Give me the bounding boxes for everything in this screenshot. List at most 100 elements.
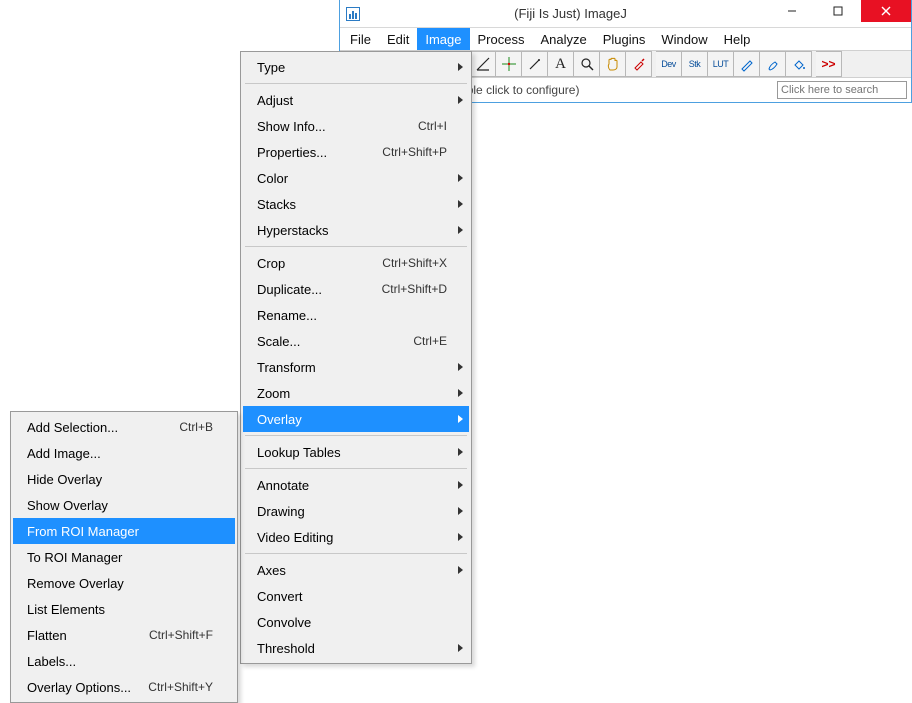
titlebar[interactable]: (Fiji Is Just) ImageJ xyxy=(340,0,911,28)
image-menu-separator xyxy=(245,553,467,554)
menu-plugins[interactable]: Plugins xyxy=(595,28,654,50)
overlay-menu-item[interactable]: FlattenCtrl+Shift+F xyxy=(13,622,235,648)
menu-analyze[interactable]: Analyze xyxy=(532,28,594,50)
overlay-menu-item-label: Add Image... xyxy=(27,446,213,461)
image-menu-item[interactable]: Threshold xyxy=(243,635,469,661)
overlay-menu-item-label: From ROI Manager xyxy=(27,524,213,539)
overlay-menu-item[interactable]: List Elements xyxy=(13,596,235,622)
overlay-menu-item-label: Show Overlay xyxy=(27,498,213,513)
image-menu-item[interactable]: Type xyxy=(243,54,469,80)
menu-edit[interactable]: Edit xyxy=(379,28,417,50)
image-menu-item[interactable]: Scale...Ctrl+E xyxy=(243,328,469,354)
submenu-arrow-icon xyxy=(458,644,463,652)
image-menu-item-label: Show Info... xyxy=(257,119,418,134)
overlay-menu-item[interactable]: Add Selection...Ctrl+B xyxy=(13,414,235,440)
menu-process[interactable]: Process xyxy=(470,28,533,50)
more-tools[interactable]: >> xyxy=(816,51,842,77)
image-menu-item[interactable]: Annotate xyxy=(243,472,469,498)
image-menu-item[interactable]: Drawing xyxy=(243,498,469,524)
menu-accelerator: Ctrl+Shift+P xyxy=(382,145,447,159)
menu-image[interactable]: Image xyxy=(417,28,469,50)
dev-tool[interactable]: Dev xyxy=(656,51,682,77)
image-menu-item[interactable]: Duplicate...Ctrl+Shift+D xyxy=(243,276,469,302)
overlay-menu-item-label: To ROI Manager xyxy=(27,550,213,565)
image-menu-item[interactable]: Properties...Ctrl+Shift+P xyxy=(243,139,469,165)
submenu-arrow-icon xyxy=(458,226,463,234)
overlay-menu-item[interactable]: Labels... xyxy=(13,648,235,674)
image-menu-separator xyxy=(245,83,467,84)
image-menu-item-label: Annotate xyxy=(257,478,447,493)
image-menu-item[interactable]: Color xyxy=(243,165,469,191)
image-menu-item-label: Rename... xyxy=(257,308,447,323)
magnify-tool[interactable] xyxy=(574,51,600,77)
overlay-menu-item[interactable]: Show Overlay xyxy=(13,492,235,518)
image-menu-item[interactable]: Hyperstacks xyxy=(243,217,469,243)
image-menu-item[interactable]: Axes xyxy=(243,557,469,583)
image-menu-item-label: Axes xyxy=(257,563,447,578)
maximize-button[interactable] xyxy=(815,0,861,22)
image-menu-item-label: Type xyxy=(257,60,447,75)
image-menu-item[interactable]: Adjust xyxy=(243,87,469,113)
submenu-arrow-icon xyxy=(458,363,463,371)
image-menu-item[interactable]: Convert xyxy=(243,583,469,609)
search-input[interactable] xyxy=(777,81,907,99)
overlay-menu-item[interactable]: Add Image... xyxy=(13,440,235,466)
image-menu-item-label: Color xyxy=(257,171,447,186)
image-menu-separator xyxy=(245,468,467,469)
image-menu-item-label: Adjust xyxy=(257,93,447,108)
overlay-menu-item-label: List Elements xyxy=(27,602,213,617)
overlay-menu-item[interactable]: To ROI Manager xyxy=(13,544,235,570)
image-menu-item[interactable]: Overlay xyxy=(243,406,469,432)
menu-accelerator: Ctrl+Shift+F xyxy=(149,628,213,642)
image-menu-separator xyxy=(245,246,467,247)
submenu-arrow-icon xyxy=(458,63,463,71)
brush-tool[interactable] xyxy=(760,51,786,77)
color-picker-tool[interactable] xyxy=(626,51,652,77)
image-menu-item[interactable]: Rename... xyxy=(243,302,469,328)
menu-accelerator: Ctrl+Shift+D xyxy=(382,282,447,296)
angle-tool[interactable] xyxy=(470,51,496,77)
image-menu-item[interactable]: Video Editing xyxy=(243,524,469,550)
overlay-menu-item[interactable]: Hide Overlay xyxy=(13,466,235,492)
stk-tool[interactable]: Stk xyxy=(682,51,708,77)
hand-tool[interactable] xyxy=(600,51,626,77)
image-menu-item[interactable]: Stacks xyxy=(243,191,469,217)
image-menu-item-label: Convolve xyxy=(257,615,447,630)
overlay-menu-item-label: Hide Overlay xyxy=(27,472,213,487)
image-menu-item[interactable]: Zoom xyxy=(243,380,469,406)
overlay-submenu: Add Selection...Ctrl+B Add Image... Hide O… xyxy=(10,411,238,703)
menu-accelerator: Ctrl+I xyxy=(418,119,447,133)
image-menu-item[interactable]: Convolve xyxy=(243,609,469,635)
image-menu-item-label: Hyperstacks xyxy=(257,223,447,238)
overlay-menu-item-label: Overlay Options... xyxy=(27,680,148,695)
wand-tool[interactable] xyxy=(522,51,548,77)
image-menu-item-label: Drawing xyxy=(257,504,447,519)
submenu-arrow-icon xyxy=(458,96,463,104)
point-tool[interactable] xyxy=(496,51,522,77)
overlay-menu-item[interactable]: Overlay Options...Ctrl+Shift+Y xyxy=(13,674,235,700)
text-tool[interactable]: A xyxy=(548,51,574,77)
image-menu-item[interactable]: Lookup Tables xyxy=(243,439,469,465)
image-menu-item-label: Lookup Tables xyxy=(257,445,447,460)
overlay-menu-item[interactable]: From ROI Manager xyxy=(13,518,235,544)
image-menu-item-label: Overlay xyxy=(257,412,447,427)
submenu-arrow-icon xyxy=(458,566,463,574)
menu-window[interactable]: Window xyxy=(653,28,715,50)
minimize-button[interactable] xyxy=(769,0,815,22)
menu-help[interactable]: Help xyxy=(716,28,759,50)
image-menu-item-label: Stacks xyxy=(257,197,447,212)
lut-tool[interactable]: LUT xyxy=(708,51,734,77)
image-menu-item-label: Duplicate... xyxy=(257,282,382,297)
pencil-tool[interactable] xyxy=(734,51,760,77)
overlay-menu-item-label: Remove Overlay xyxy=(27,576,213,591)
image-menu-item[interactable]: Transform xyxy=(243,354,469,380)
submenu-arrow-icon xyxy=(458,389,463,397)
menu-file[interactable]: File xyxy=(342,28,379,50)
image-menu-item[interactable]: CropCtrl+Shift+X xyxy=(243,250,469,276)
image-menu-item[interactable]: Show Info...Ctrl+I xyxy=(243,113,469,139)
menu-accelerator: Ctrl+Shift+X xyxy=(382,256,447,270)
flood-fill-tool[interactable] xyxy=(786,51,812,77)
overlay-menu-item[interactable]: Remove Overlay xyxy=(13,570,235,596)
menubar: File Edit Image Process Analyze Plugins … xyxy=(340,28,911,50)
close-button[interactable] xyxy=(861,0,911,22)
